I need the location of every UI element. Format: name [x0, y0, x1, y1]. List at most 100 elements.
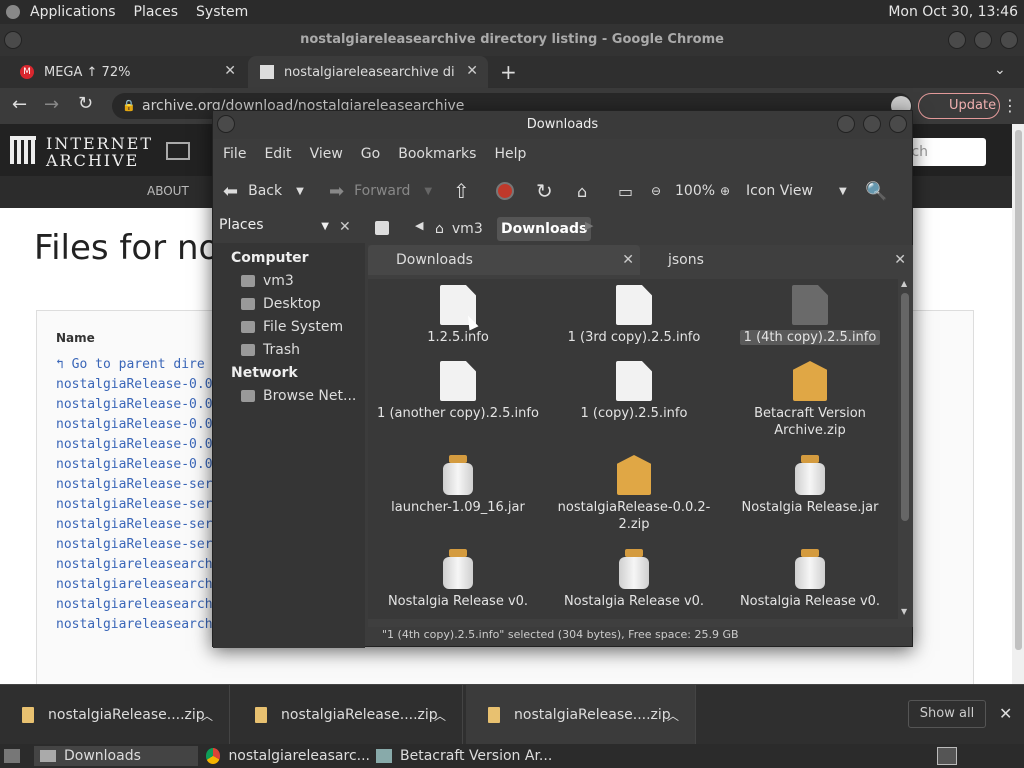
- chevron-up-icon[interactable]: ︿: [201, 707, 213, 724]
- file-item[interactable]: 1 (copy).2.5.info: [546, 361, 722, 422]
- tab-search-chevron-icon[interactable]: ⌄: [994, 62, 1006, 78]
- file-link[interactable]: nostalgiaRelease-0.0: [56, 377, 213, 392]
- kebab-menu-icon[interactable]: ⋮: [1002, 96, 1018, 115]
- path-segment-vm3[interactable]: ⌂ vm3: [435, 217, 483, 241]
- file-link[interactable]: nostalgiareleasearch: [56, 617, 213, 632]
- sidebar-mode-select[interactable]: Places ▼: [219, 217, 335, 241]
- tab-downloads[interactable]: Downloads ✕: [368, 245, 640, 275]
- task-downloads[interactable]: Downloads: [34, 746, 198, 766]
- close-window-button[interactable]: [1000, 31, 1018, 49]
- menu-go[interactable]: Go: [361, 146, 380, 162]
- tab-mega[interactable]: M MEGA ↑ 72% ✕: [0, 56, 246, 88]
- menu-file[interactable]: File: [223, 146, 246, 162]
- menu-view[interactable]: View: [310, 146, 343, 162]
- forward-button[interactable]: ➡ Forward ▼: [329, 171, 432, 211]
- file-item[interactable]: Nostalgia Release v0.: [370, 549, 546, 610]
- clock[interactable]: Mon Oct 30, 13:46: [888, 4, 1018, 20]
- ia-logo[interactable]: INTERNET ARCHIVE: [10, 134, 151, 170]
- file-item[interactable]: Nostalgia Release v0.: [722, 549, 898, 610]
- show-desktop-icon[interactable]: [4, 749, 20, 763]
- close-tab-icon[interactable]: ✕: [622, 245, 634, 275]
- file-link[interactable]: nostalgiareleasearch: [56, 577, 213, 592]
- computer-icon[interactable]: ▭: [618, 171, 633, 211]
- file-link[interactable]: nostalgiaRelease-0.0: [56, 397, 213, 412]
- download-item-2[interactable]: nostalgiaRelease....zip ︿: [233, 685, 463, 745]
- parent-directory-link[interactable]: ↰ Go to parent dire: [56, 357, 205, 372]
- file-item[interactable]: Nostalgia Release.jar: [722, 455, 898, 516]
- up-arrow-icon[interactable]: ⇧: [453, 171, 470, 211]
- close-tab-icon[interactable]: ✕: [224, 63, 236, 79]
- chevron-up-icon[interactable]: ︿: [667, 707, 679, 724]
- path-left-icon[interactable]: ◀: [415, 219, 423, 232]
- file-link[interactable]: nostalgiaRelease-0.0: [56, 457, 213, 472]
- chevron-down-icon[interactable]: ▼: [296, 186, 304, 197]
- sidebar-item-browse-network[interactable]: Browse Net...: [241, 388, 356, 404]
- file-item[interactable]: 1.2.5.info: [370, 285, 546, 346]
- file-link[interactable]: nostalgiareleasearch: [56, 597, 213, 612]
- file-link[interactable]: nostalgiaRelease-ser: [56, 477, 213, 492]
- download-item-1[interactable]: nostalgiaRelease....zip ︿: [0, 685, 230, 745]
- system-menu[interactable]: System: [196, 4, 248, 20]
- download-item-3[interactable]: nostalgiaRelease....zip ︿: [466, 685, 696, 745]
- menu-help[interactable]: Help: [494, 146, 526, 162]
- file-item[interactable]: 1 (3rd copy).2.5.info: [546, 285, 722, 346]
- chrome-update-button[interactable]: Update: [891, 93, 1000, 119]
- show-all-button[interactable]: Show all: [908, 700, 986, 728]
- maximize-button[interactable]: [863, 115, 881, 133]
- path-segment-downloads[interactable]: Downloads: [497, 217, 592, 241]
- reload-icon[interactable]: ↻: [78, 93, 93, 114]
- close-tab-icon[interactable]: ✕: [894, 245, 906, 275]
- task-chrome[interactable]: nostalgiareleasarc...: [206, 746, 370, 766]
- places-menu[interactable]: Places: [134, 4, 179, 20]
- ia-search-input[interactable]: rch: [902, 138, 986, 166]
- file-item[interactable]: Nostalgia Release v0.: [546, 549, 722, 610]
- minimize-button[interactable]: [948, 31, 966, 49]
- minimize-button[interactable]: [837, 115, 855, 133]
- tab-archive[interactable]: nostalgiareleasearchive direct ✕: [248, 56, 488, 88]
- home-icon[interactable]: ⌂: [577, 171, 587, 211]
- file-item[interactable]: 1 (4th copy).2.5.info: [722, 285, 898, 346]
- edit-location-icon[interactable]: [375, 221, 389, 235]
- stop-icon[interactable]: [496, 171, 514, 211]
- workspace-switcher[interactable]: [937, 747, 957, 765]
- forward-arrow-icon[interactable]: →: [44, 94, 59, 115]
- nav-about[interactable]: ABOUT: [147, 184, 189, 198]
- scroll-down-icon[interactable]: ▼: [901, 607, 907, 616]
- file-item[interactable]: Betacraft Version Archive.zip: [722, 361, 898, 439]
- scroll-up-icon[interactable]: ▲: [901, 279, 907, 288]
- close-shelf-icon[interactable]: ✕: [999, 704, 1012, 723]
- web-icon[interactable]: [166, 142, 190, 160]
- file-link[interactable]: nostalgiaRelease-0.0: [56, 417, 213, 432]
- menu-edit[interactable]: Edit: [264, 146, 291, 162]
- close-window-button[interactable]: [889, 115, 907, 133]
- close-tab-icon[interactable]: ✕: [466, 63, 478, 79]
- task-betacraft[interactable]: Betacraft Version Ar...: [376, 746, 566, 766]
- back-button[interactable]: ⬅ Back ▼: [223, 171, 304, 211]
- sidebar-item-trash[interactable]: Trash: [241, 342, 300, 358]
- menu-bookmarks[interactable]: Bookmarks: [398, 146, 476, 162]
- file-link[interactable]: nostalgiareleasearch: [56, 557, 213, 572]
- tab-jsons[interactable]: jsons ✕: [642, 245, 912, 275]
- file-link[interactable]: nostalgiaRelease-ser: [56, 517, 213, 532]
- scroll-thumb[interactable]: [1015, 130, 1022, 650]
- file-link[interactable]: nostalgiaRelease-ser: [56, 537, 213, 552]
- file-item[interactable]: 1 (another copy).2.5.info: [370, 361, 546, 422]
- file-view-scrollbar[interactable]: ▲ ▼: [899, 279, 911, 619]
- new-tab-icon[interactable]: +: [500, 60, 517, 84]
- applications-menu[interactable]: Applications: [30, 4, 116, 20]
- file-link[interactable]: nostalgiaRelease-0.0: [56, 437, 213, 452]
- file-link[interactable]: nostalgiaRelease-ser: [56, 497, 213, 512]
- page-scrollbar[interactable]: [1012, 124, 1024, 684]
- column-header-name[interactable]: Name: [56, 331, 95, 345]
- zoom-out-icon[interactable]: ⊖: [651, 171, 661, 211]
- scroll-thumb[interactable]: [901, 293, 909, 521]
- file-item[interactable]: launcher-1.09_16.jar: [370, 455, 546, 516]
- close-sidebar-icon[interactable]: ✕: [339, 219, 351, 235]
- window-menu-button[interactable]: [4, 31, 22, 49]
- chevron-up-icon[interactable]: ︿: [434, 707, 446, 724]
- maximize-button[interactable]: [974, 31, 992, 49]
- sidebar-item-vm3[interactable]: vm3: [241, 273, 294, 289]
- path-right-icon[interactable]: ▶: [585, 219, 593, 232]
- sidebar-item-desktop[interactable]: Desktop: [241, 296, 321, 312]
- file-item[interactable]: nostalgiaRelease-0.0.2-2.zip: [546, 455, 722, 533]
